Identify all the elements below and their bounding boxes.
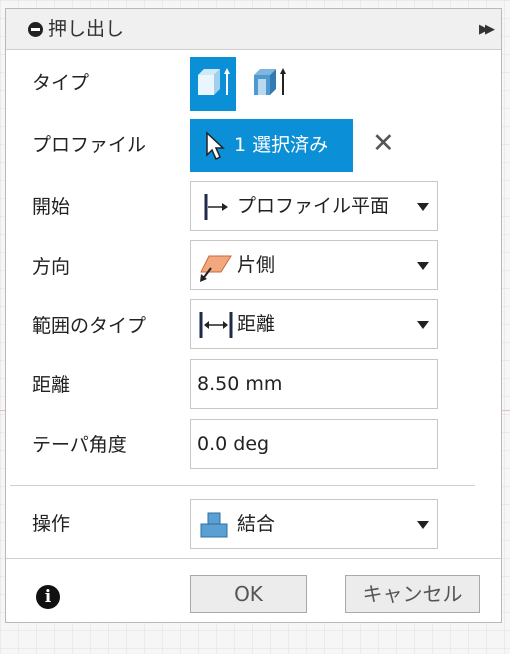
distance-input[interactable]: 8.50 mm — [190, 359, 438, 409]
type-label: タイプ — [32, 72, 90, 94]
footer-divider — [6, 558, 501, 559]
extent-type-value: 距離 — [237, 313, 276, 335]
operation-label: 操作 — [32, 513, 71, 535]
profile-label: プロファイル — [32, 134, 147, 156]
profile-plane-icon — [204, 194, 228, 220]
extent-type-label: 範囲のタイプ — [32, 315, 147, 337]
section-divider — [10, 485, 475, 486]
double-arrow-icon[interactable]: ▶▶ — [479, 22, 495, 37]
direction-dropdown[interactable]: 片側 — [190, 240, 438, 290]
extent-type-dropdown[interactable]: 距離 — [190, 299, 438, 349]
ok-button[interactable]: OK — [190, 575, 307, 613]
close-icon[interactable]: ✕ — [372, 129, 395, 159]
info-icon[interactable]: i — [36, 585, 60, 609]
taper-angle-input[interactable]: 0.0 deg — [190, 419, 438, 469]
join-icon — [200, 512, 228, 538]
extrude-dialog: 押し出し ▶▶ タイプ プロファイル 1 選択済み ✕ 開始 プロファイル平面 … — [5, 8, 502, 623]
type-thin-button[interactable] — [246, 57, 292, 111]
type-solid-button[interactable] — [190, 57, 236, 111]
chevron-down-icon — [417, 262, 429, 270]
thin-extrude-icon — [254, 68, 286, 95]
distance-icon — [199, 312, 233, 338]
chevron-down-icon — [417, 521, 429, 529]
operation-dropdown[interactable]: 結合 — [190, 499, 438, 549]
distance-label: 距離 — [32, 374, 71, 396]
chevron-down-icon — [417, 203, 429, 211]
profile-selected-label: 1 選択済み — [234, 134, 329, 156]
start-value: プロファイル平面 — [237, 195, 390, 217]
taper-angle-value: 0.0 deg — [197, 433, 270, 455]
distance-value: 8.50 mm — [197, 373, 283, 395]
direction-value: 片側 — [237, 254, 276, 276]
start-label: 開始 — [32, 196, 71, 218]
direction-label: 方向 — [32, 256, 71, 278]
operation-value: 結合 — [237, 513, 276, 535]
dialog-title: 押し出し — [48, 18, 125, 40]
dialog-titlebar[interactable]: 押し出し ▶▶ — [6, 9, 501, 50]
cursor-arrow-icon — [206, 131, 225, 161]
minus-circle-icon[interactable] — [28, 22, 43, 37]
profile-select-button[interactable]: 1 選択済み — [190, 119, 353, 172]
chevron-down-icon — [417, 321, 429, 329]
solid-extrude-icon — [198, 68, 230, 95]
taper-angle-label: テーパ角度 — [32, 434, 127, 456]
one-side-icon — [200, 255, 232, 282]
cancel-button[interactable]: キャンセル — [345, 575, 480, 613]
start-dropdown[interactable]: プロファイル平面 — [190, 181, 438, 231]
